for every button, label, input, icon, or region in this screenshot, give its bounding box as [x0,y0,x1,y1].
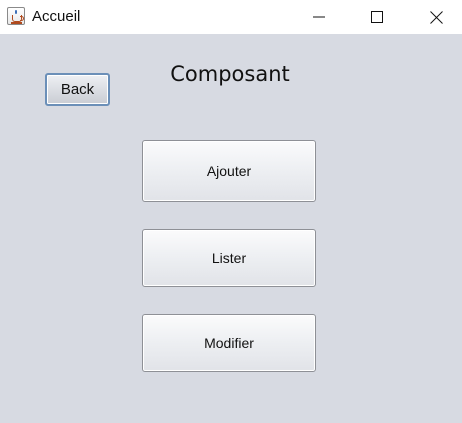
page-title: Composant [170,62,290,86]
close-icon [429,10,443,24]
java-coffee-cup-icon [7,7,25,25]
ajouter-button[interactable]: Ajouter [142,140,316,202]
lister-button[interactable]: Lister [142,229,316,287]
minimize-icon [313,16,325,18]
maximize-icon [371,11,383,23]
close-button[interactable] [413,0,459,34]
modifier-button[interactable]: Modifier [142,314,316,372]
back-button[interactable]: Back [45,73,110,106]
maximize-button[interactable] [354,0,400,34]
app-window: Accueil Back Composant Ajouter Lister Mo… [0,0,462,423]
title-bar[interactable]: Accueil [0,0,462,34]
window-title: Accueil [32,8,81,25]
minimize-button[interactable] [296,0,342,34]
